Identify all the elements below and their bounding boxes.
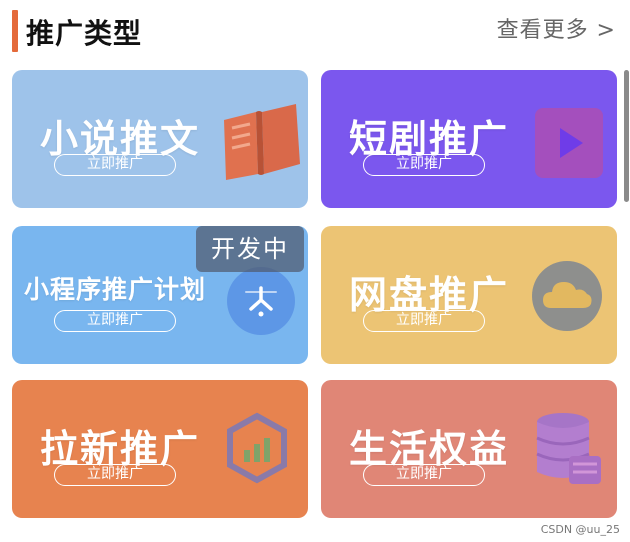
promote-now-button[interactable]: 立即推广 — [54, 154, 176, 176]
promote-now-button[interactable]: 立即推广 — [363, 310, 485, 332]
promote-now-button[interactable]: 立即推广 — [363, 154, 485, 176]
database-icon — [536, 413, 601, 484]
play-icon — [535, 108, 603, 178]
cloud-icon — [532, 261, 602, 331]
promote-now-button[interactable]: 立即推广 — [54, 464, 176, 486]
promote-now-button[interactable]: 立即推广 — [363, 464, 485, 486]
open-book-icon — [224, 104, 300, 180]
section-header: 推广类型 查看更多 > — [0, 0, 630, 62]
promote-now-button[interactable]: 立即推广 — [54, 310, 176, 332]
chart-hexagon-icon — [227, 412, 287, 484]
card-novel-promotion[interactable]: 小说推文 立即推广 — [12, 70, 308, 208]
card-new-user-promotion[interactable]: 拉新推广 立即推广 — [12, 380, 308, 518]
card-title: 小程序推广计划 — [24, 275, 207, 304]
card-life-benefits-promotion[interactable]: 生活权益 立即推广 — [321, 380, 617, 518]
scrollbar[interactable] — [624, 70, 629, 202]
title-accent-bar — [12, 10, 18, 52]
section-title: 推广类型 — [26, 17, 143, 50]
watermark: CSDN @uu_25 — [540, 523, 620, 536]
card-cloud-disk-promotion[interactable]: 网盘推广 立即推广 — [321, 226, 617, 364]
mini-program-icon — [227, 267, 295, 335]
in-development-badge: 开发中 — [196, 226, 304, 272]
view-more-link[interactable]: 查看更多 > — [497, 12, 616, 44]
card-drama-promotion[interactable]: 短剧推广 立即推广 — [321, 70, 617, 208]
